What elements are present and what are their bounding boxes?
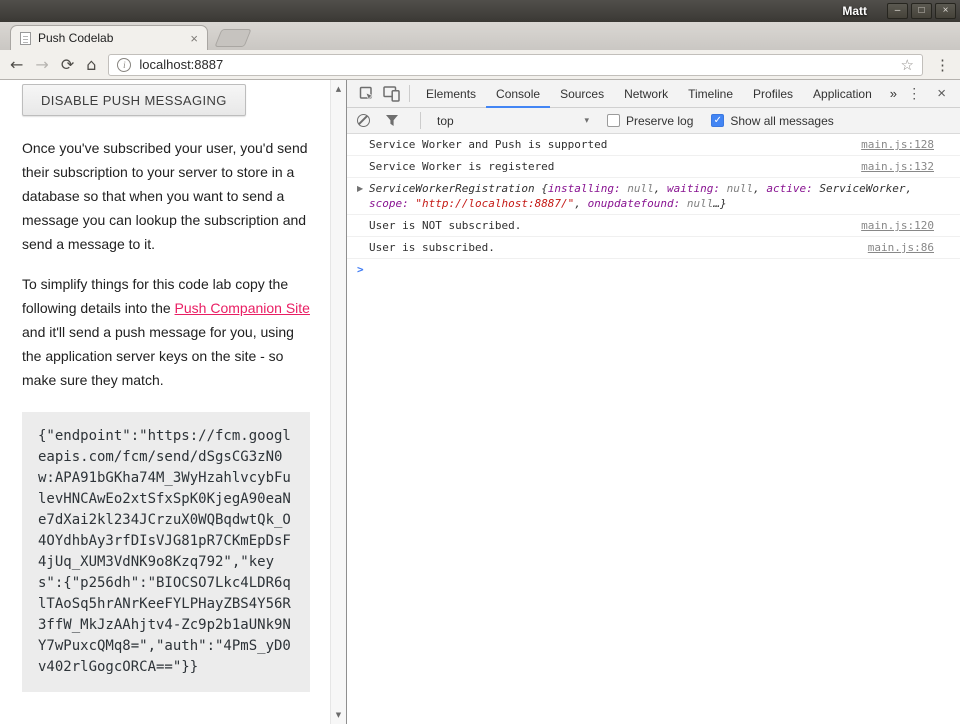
new-tab-button[interactable]	[214, 29, 251, 47]
console-message: Service Worker and Push is supported	[369, 137, 847, 152]
devtools-tab-profiles[interactable]: Profiles	[743, 80, 803, 108]
console-message: Service Worker is registered	[369, 159, 847, 174]
paragraph-text: and it'll send a push message for you, u…	[22, 324, 294, 388]
checkbox-checked[interactable]: ✓	[711, 114, 724, 127]
devtools-tab-console[interactable]: Console	[486, 80, 550, 108]
checkbox-label: Show all messages	[730, 114, 833, 128]
subscription-json-block: {"endpoint":"https://fcm.googleapis.com/…	[22, 412, 310, 692]
tab-strip: Push Codelab ×	[0, 22, 960, 50]
chevron-down-icon: ▾	[584, 115, 589, 126]
scroll-up-icon[interactable]: ▲	[336, 80, 341, 98]
toolbar-separator	[409, 85, 410, 102]
filter-icon[interactable]	[380, 109, 404, 133]
console-prompt-row[interactable]: >	[347, 259, 960, 281]
devtools-tab-timeline[interactable]: Timeline	[678, 80, 743, 108]
desktop-username: Matt	[842, 4, 867, 18]
tab-title: Push Codelab	[38, 31, 183, 45]
preserve-log-checkbox[interactable]: Preserve log	[607, 114, 693, 128]
device-toolbar-icon[interactable]	[379, 82, 403, 106]
source-link[interactable]: main.js:120	[861, 218, 934, 233]
devtools-tab-network[interactable]: Network	[614, 80, 678, 108]
console-message: User is NOT subscribed.	[369, 218, 847, 233]
execution-context-selector[interactable]: top ▾	[437, 114, 589, 128]
home-icon[interactable]: ⌂	[86, 57, 96, 73]
expand-triangle-icon[interactable]: ▶	[357, 181, 369, 196]
tab-close-icon[interactable]: ×	[190, 32, 198, 45]
push-companion-site-link[interactable]: Push Companion Site	[175, 300, 310, 316]
tab-favicon-icon	[20, 32, 31, 45]
window-titlebar[interactable]: Matt – □ ×	[0, 0, 960, 22]
window-close-button[interactable]: ×	[935, 3, 956, 19]
devtools-tab-sources[interactable]: Sources	[550, 80, 614, 108]
devtools-close-icon[interactable]: ×	[937, 85, 946, 102]
devtools-menu-icon[interactable]: ⋮	[907, 85, 921, 102]
console-row[interactable]: Service Worker is registered main.js:132	[347, 156, 960, 178]
address-bar[interactable]: i localhost:8887 ☆	[108, 54, 923, 76]
more-tabs-icon[interactable]: »	[882, 86, 905, 101]
devtools-tabbar: Elements Console Sources Network Timelin…	[347, 80, 960, 108]
scroll-down-icon[interactable]: ▼	[336, 706, 341, 724]
page-body: DISABLE PUSH MESSAGING Once you've subsc…	[0, 80, 330, 724]
forward-icon[interactable]: →	[35, 57, 48, 73]
devtools-tab-application[interactable]: Application	[803, 80, 882, 108]
reload-icon[interactable]: ⟳	[61, 57, 74, 73]
console-row-object-preview[interactable]: ▶ ServiceWorkerRegistration {installing:…	[347, 178, 960, 215]
console-row[interactable]: User is subscribed. main.js:86	[347, 237, 960, 259]
prompt-chevron-icon: >	[357, 263, 369, 277]
paragraph-companion-site: To simplify things for this code lab cop…	[22, 272, 310, 392]
toolbar-separator	[420, 112, 421, 129]
console-row[interactable]: User is NOT subscribed. main.js:120	[347, 215, 960, 237]
browser-menu-icon[interactable]: ⋮	[935, 56, 950, 74]
page-scrollbar[interactable]: ▲ ▼	[330, 80, 346, 724]
console-messages[interactable]: Service Worker and Push is supported mai…	[347, 134, 960, 724]
page-pane: DISABLE PUSH MESSAGING Once you've subsc…	[0, 80, 346, 724]
show-all-messages-checkbox[interactable]: ✓ Show all messages	[711, 114, 833, 128]
browser-window: Matt – □ × Push Codelab × ← → ⟳ ⌂ i loca…	[0, 0, 960, 724]
clear-console-icon[interactable]	[357, 114, 370, 127]
disable-push-messaging-button[interactable]: DISABLE PUSH MESSAGING	[22, 84, 246, 116]
devtools-panel: Elements Console Sources Network Timelin…	[346, 80, 960, 724]
devtools-tab-elements[interactable]: Elements	[416, 80, 486, 108]
bookmark-star-icon[interactable]: ☆	[901, 56, 914, 74]
checkbox-unchecked[interactable]	[607, 114, 620, 127]
console-row[interactable]: Service Worker and Push is supported mai…	[347, 134, 960, 156]
browser-tab-push-codelab[interactable]: Push Codelab ×	[10, 25, 208, 50]
checkbox-label: Preserve log	[626, 114, 693, 128]
maximize-button[interactable]: □	[911, 3, 932, 19]
inspect-element-icon[interactable]	[355, 82, 379, 106]
source-link[interactable]: main.js:132	[861, 159, 934, 174]
devtools-controls: ⋮ ×	[907, 85, 956, 102]
source-link[interactable]: main.js:86	[868, 240, 934, 255]
back-icon[interactable]: ←	[10, 57, 23, 73]
paragraph-subscription-info: Once you've subscribed your user, you'd …	[22, 136, 310, 256]
window-controls: – □ ×	[887, 3, 956, 19]
url-text[interactable]: localhost:8887	[139, 57, 892, 72]
source-link[interactable]: main.js:128	[861, 137, 934, 152]
console-message: User is subscribed.	[369, 240, 854, 255]
console-toolbar: top ▾ Preserve log ✓ Show all messages	[347, 108, 960, 134]
object-preview: ServiceWorkerRegistration {installing: n…	[369, 181, 934, 211]
context-label: top	[437, 114, 454, 128]
browser-toolbar: ← → ⟳ ⌂ i localhost:8887 ☆ ⋮	[0, 50, 960, 80]
minimize-button[interactable]: –	[887, 3, 908, 19]
page-info-icon[interactable]: i	[117, 58, 131, 72]
content-area: DISABLE PUSH MESSAGING Once you've subsc…	[0, 80, 960, 724]
